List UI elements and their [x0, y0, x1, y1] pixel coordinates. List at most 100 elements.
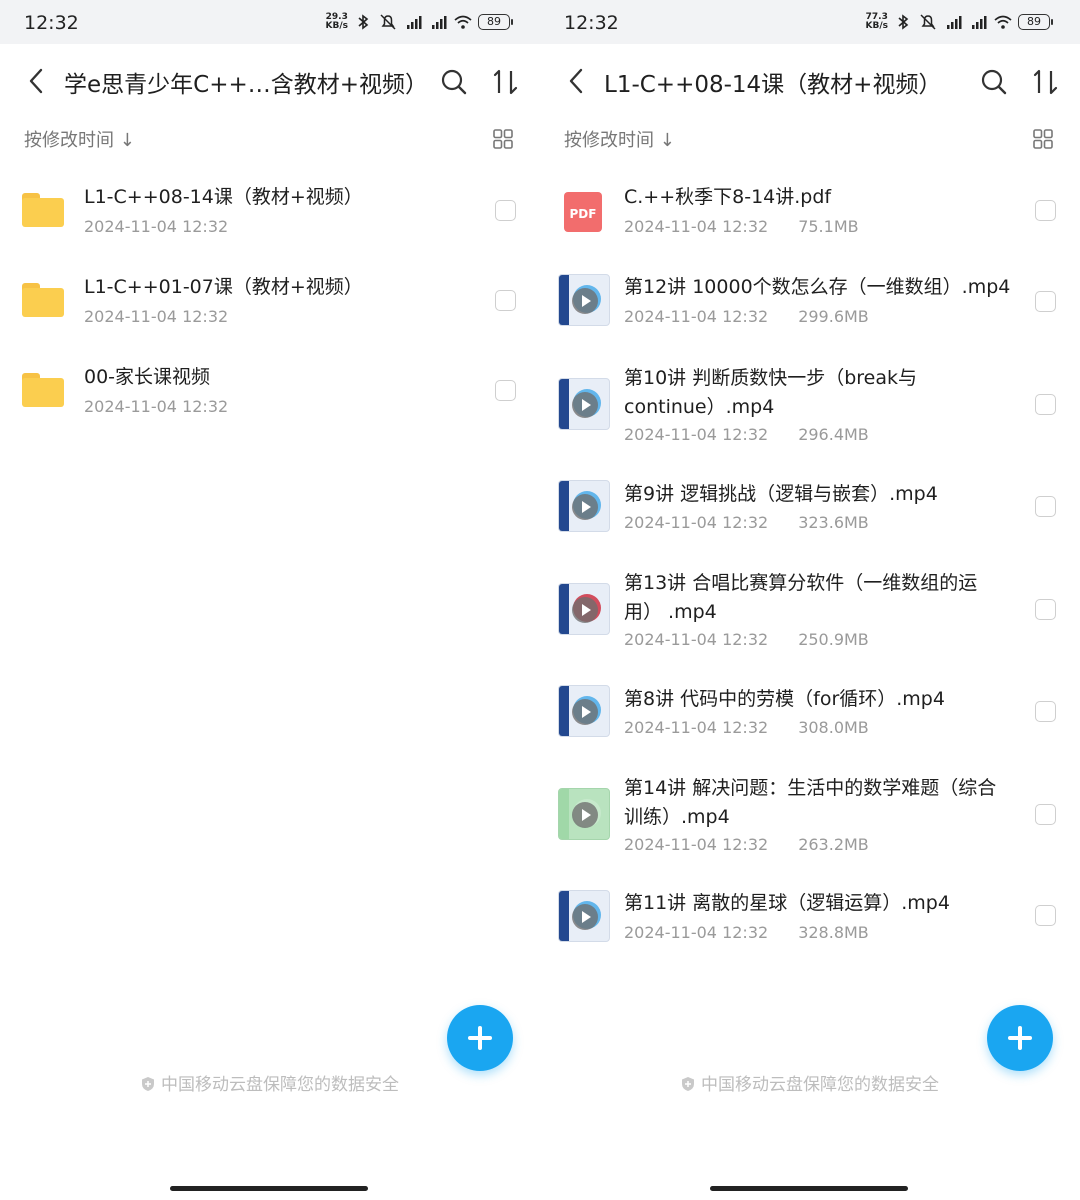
search-icon[interactable]	[980, 68, 1008, 96]
signal-icon-2	[972, 16, 987, 29]
add-button[interactable]	[447, 1005, 513, 1071]
item-meta: 2024-11-04 12:32 250.9MB	[624, 630, 869, 649]
network-speed: 29.3 KB/s	[325, 12, 348, 31]
list-item[interactable]: PDF C.++秋季下8-14讲.pdf 2024-11-04 12:32 75.…	[540, 160, 1080, 250]
item-name: 第10讲 判断质数快一步（break与continue）.mp4	[624, 367, 918, 418]
item-name: 第9讲 逻辑挑战（逻辑与嵌套）.mp4	[624, 483, 938, 505]
list-item[interactable]: 第13讲 合唱比赛算分软件（一维数组的运用） .mp4 2024-11-04 1…	[540, 543, 1080, 660]
back-icon[interactable]	[564, 66, 588, 96]
select-checkbox[interactable]	[1035, 804, 1056, 825]
battery-indicator: 89	[1018, 14, 1053, 30]
security-footer: 中国移动云盘保障您的数据安全	[0, 1070, 540, 1095]
status-bar: 12:32 77.3 KB/s 89	[540, 0, 1080, 44]
list-item[interactable]: 第10讲 判断质数快一步（break与continue）.mp4 2024-11…	[540, 338, 1080, 455]
select-checkbox[interactable]	[1035, 599, 1056, 620]
page-title: L1-C++08-14课（教材+视频）	[604, 72, 942, 98]
wifi-icon	[994, 15, 1012, 29]
home-indicator[interactable]	[170, 1186, 368, 1191]
battery-indicator: 89	[478, 14, 513, 30]
pdf-icon: PDF	[564, 192, 602, 232]
list-item[interactable]: 第12讲 10000个数怎么存（一维数组）.mp4 2024-11-04 12:…	[540, 250, 1080, 338]
right-pane: 12:32 77.3 KB/s 89 L1-C++08-14课（教材+视频） 按	[540, 0, 1080, 1200]
status-icons: 77.3 KB/s 89	[865, 12, 1053, 31]
item-meta: 2024-11-04 12:32	[84, 397, 229, 416]
item-name: 第14讲 解决问题：生活中的数学难题（综合训练）.mp4	[624, 777, 997, 828]
item-name: L1-C++08-14课（教材+视频）	[84, 186, 363, 208]
item-meta: 2024-11-04 12:32	[84, 307, 229, 326]
sort-bar: 按修改时间 ↓	[0, 120, 540, 160]
item-name: 第11讲 离散的星球（逻辑运算）.mp4	[624, 892, 950, 914]
video-thumb-icon	[558, 788, 610, 840]
list-item[interactable]: 00-家长课视频 2024-11-04 12:32	[0, 340, 540, 430]
item-meta: 2024-11-04 12:32 299.6MB	[624, 307, 869, 326]
video-thumb-icon	[558, 685, 610, 737]
app-header: 学e思青少年C++…含教材+视频）	[0, 44, 540, 120]
page-title: 学e思青少年C++…含教材+视频）	[64, 72, 424, 98]
item-meta: 2024-11-04 12:32 296.4MB	[624, 425, 869, 444]
item-name: 第13讲 合唱比赛算分软件（一维数组的运用） .mp4	[624, 572, 978, 623]
sort-icon[interactable]	[490, 67, 522, 97]
app-header: L1-C++08-14课（教材+视频）	[540, 44, 1080, 120]
file-list: L1-C++08-14课（教材+视频） 2024-11-04 12:32 L1-…	[0, 160, 540, 430]
folder-icon	[22, 283, 64, 317]
list-item[interactable]: 第9讲 逻辑挑战（逻辑与嵌套）.mp4 2024-11-04 12:32 323.…	[540, 455, 1080, 543]
mute-bell-icon	[380, 14, 396, 30]
shield-icon	[682, 1077, 694, 1091]
item-meta: 2024-11-04 12:32	[84, 217, 229, 236]
sort-by-modified-button[interactable]: 按修改时间 ↓	[564, 126, 675, 152]
sort-by-modified-button[interactable]: 按修改时间 ↓	[24, 126, 135, 152]
item-name: 00-家长课视频	[84, 366, 211, 388]
signal-icon	[947, 16, 962, 29]
wifi-icon	[454, 15, 472, 29]
security-footer: 中国移动云盘保障您的数据安全	[540, 1070, 1080, 1095]
search-icon[interactable]	[440, 68, 468, 96]
select-checkbox[interactable]	[495, 290, 516, 311]
home-indicator[interactable]	[710, 1186, 908, 1191]
shield-icon	[142, 1077, 154, 1091]
file-list: PDF C.++秋季下8-14讲.pdf 2024-11-04 12:32 75.…	[540, 160, 1080, 953]
status-time: 12:32	[24, 12, 79, 34]
bluetooth-icon	[898, 14, 909, 30]
item-meta: 2024-11-04 12:32 308.0MB	[624, 718, 869, 737]
folder-icon	[22, 373, 64, 407]
item-name: L1-C++01-07课（教材+视频）	[84, 276, 363, 298]
status-time: 12:32	[564, 12, 619, 34]
mute-bell-icon	[920, 14, 936, 30]
add-button[interactable]	[987, 1005, 1053, 1071]
signal-icon-2	[432, 16, 447, 29]
video-thumb-icon	[558, 378, 610, 430]
list-item[interactable]: L1-C++01-07课（教材+视频） 2024-11-04 12:32	[0, 250, 540, 340]
left-pane: 12:32 29.3 KB/s 89 学e思青少年C++…含教材+视频） 按修改	[0, 0, 540, 1200]
video-thumb-icon	[558, 890, 610, 942]
item-meta: 2024-11-04 12:32 263.2MB	[624, 835, 869, 854]
sort-bar: 按修改时间 ↓	[540, 120, 1080, 160]
list-item[interactable]: 第14讲 解决问题：生活中的数学难题（综合训练）.mp4 2024-11-04 …	[540, 748, 1080, 865]
item-meta: 2024-11-04 12:32 75.1MB	[624, 217, 859, 236]
list-item[interactable]: L1-C++08-14课（教材+视频） 2024-11-04 12:32	[0, 160, 540, 250]
network-speed: 77.3 KB/s	[865, 12, 888, 31]
select-checkbox[interactable]	[495, 200, 516, 221]
select-checkbox[interactable]	[495, 380, 516, 401]
bluetooth-icon	[358, 14, 369, 30]
grid-view-icon[interactable]	[1032, 128, 1054, 150]
select-checkbox[interactable]	[1035, 701, 1056, 722]
folder-icon	[22, 193, 64, 227]
select-checkbox[interactable]	[1035, 394, 1056, 415]
list-item[interactable]: 第11讲 离散的星球（逻辑运算）.mp4 2024-11-04 12:32 328…	[540, 865, 1080, 953]
select-checkbox[interactable]	[1035, 496, 1056, 517]
item-meta: 2024-11-04 12:32 328.8MB	[624, 923, 869, 942]
list-item[interactable]: 第8讲 代码中的劳模（for循环）.mp4 2024-11-04 12:32 30…	[540, 660, 1080, 748]
select-checkbox[interactable]	[1035, 905, 1056, 926]
video-thumb-icon	[558, 274, 610, 326]
video-thumb-icon	[558, 583, 610, 635]
sort-icon[interactable]	[1030, 67, 1062, 97]
status-bar: 12:32 29.3 KB/s 89	[0, 0, 540, 44]
item-name: C.++秋季下8-14讲.pdf	[624, 186, 832, 208]
item-name: 第12讲 10000个数怎么存（一维数组）.mp4	[624, 276, 1011, 298]
back-icon[interactable]	[24, 66, 48, 96]
select-checkbox[interactable]	[1035, 200, 1056, 221]
signal-icon	[407, 16, 422, 29]
select-checkbox[interactable]	[1035, 291, 1056, 312]
grid-view-icon[interactable]	[492, 128, 514, 150]
status-icons: 29.3 KB/s 89	[325, 12, 513, 31]
